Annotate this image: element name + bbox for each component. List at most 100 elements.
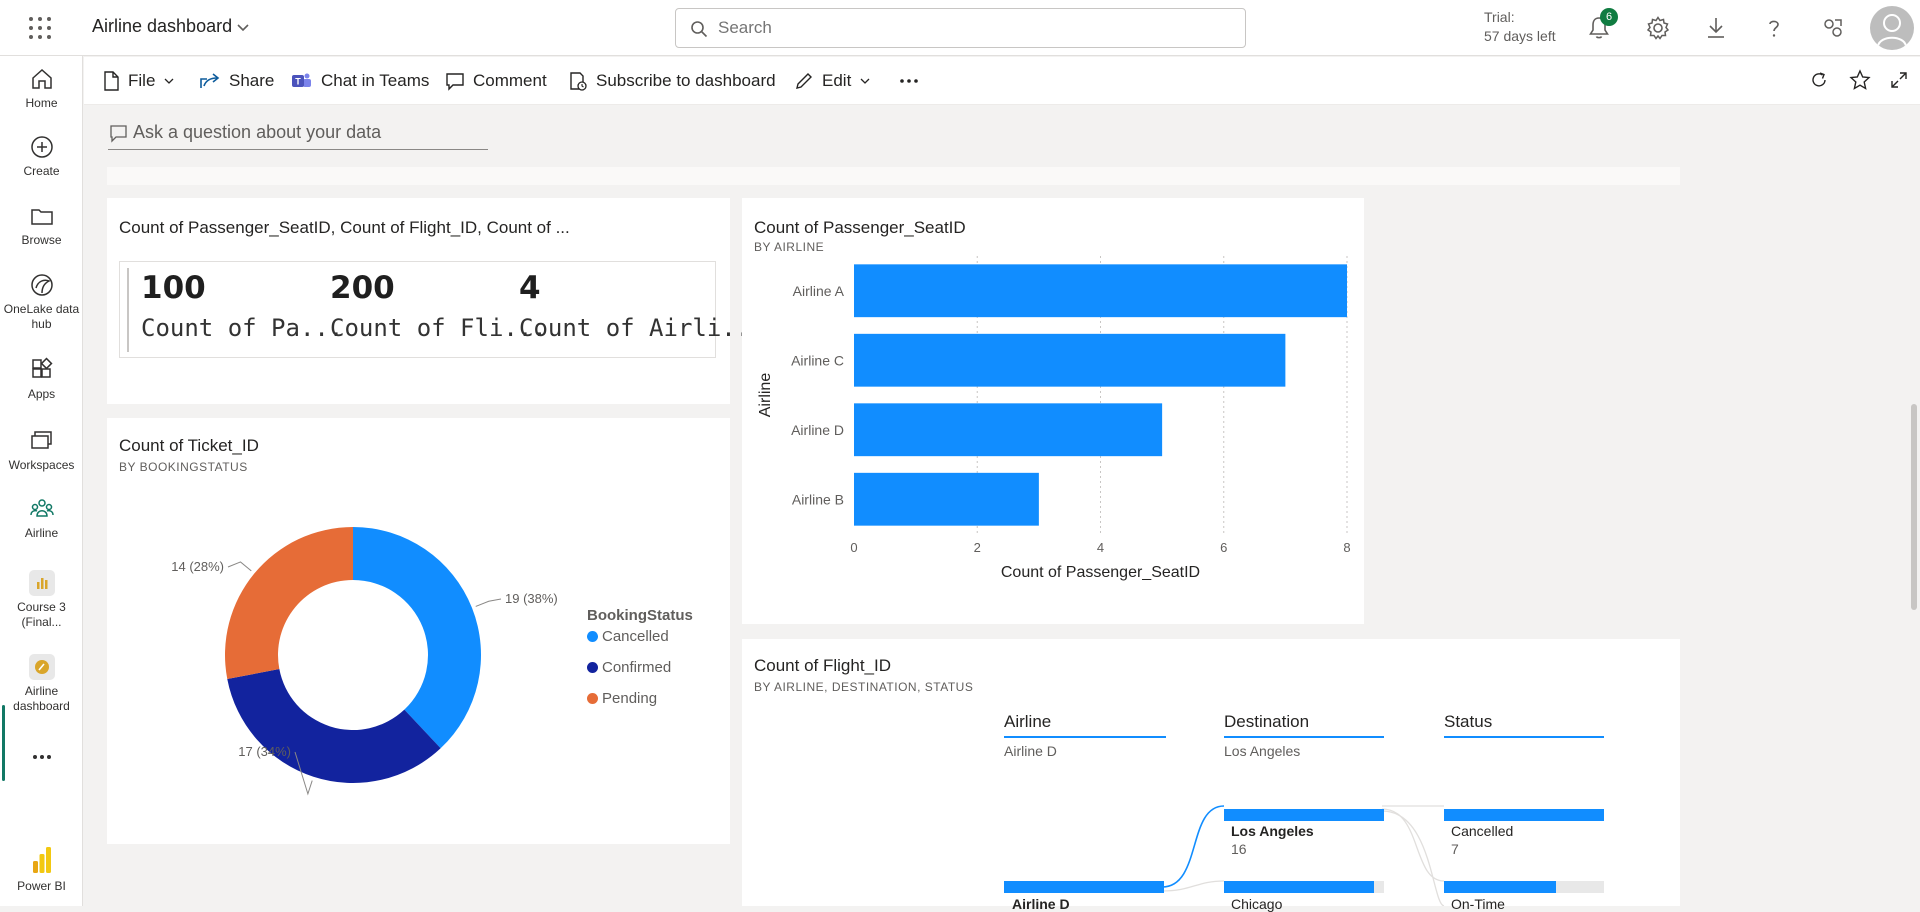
more-options-button[interactable]	[898, 69, 920, 93]
nav-airline-workspace[interactable]: Airline	[0, 496, 83, 541]
notification-badge: 6	[1600, 8, 1618, 26]
teams-icon: T	[292, 73, 311, 87]
app-title[interactable]: Airline dashboard	[92, 16, 232, 37]
help-icon[interactable]	[1761, 15, 1787, 41]
tree-node-bar-airline-d[interactable]	[1004, 881, 1164, 893]
legend-item-confirmed[interactable]: Confirmed	[587, 659, 671, 676]
y-tick-label: Airline B	[792, 491, 844, 507]
donut-slice-pending[interactable]	[225, 527, 353, 679]
data-label: 19 (38%)	[505, 591, 558, 606]
x-tick-label: 8	[1343, 540, 1350, 555]
trial-label: Trial:	[1484, 9, 1515, 25]
page-scrollbar[interactable]	[1911, 404, 1917, 610]
y-tick-label: Airline D	[791, 422, 844, 438]
feedback-icon[interactable]	[1820, 15, 1846, 41]
nav-workspaces[interactable]: Workspaces	[0, 428, 83, 473]
bar-airline-d[interactable]	[854, 403, 1163, 457]
kpi-cards-tile[interactable]: Count of Passenger_SeatID, Count of Flig…	[107, 198, 765, 404]
more-icon	[900, 79, 918, 83]
data-label: 17 (34%)	[238, 744, 291, 759]
decomposition-tree-tile[interactable]: Count of Flight_ID BY AIRLINE, DESTINATI…	[742, 639, 1680, 912]
kpi-label: Count of Fli...	[330, 314, 547, 342]
pencil-icon	[796, 73, 812, 89]
kpi-flight-count: 200 Count of Fli...	[330, 270, 547, 342]
tree-node-label: Chicago	[1231, 896, 1283, 912]
donut-chart-tile[interactable]: Count of Ticket_ID BY BOOKINGSTATUS 19 (…	[107, 418, 730, 844]
search-box[interactable]	[675, 8, 1246, 48]
legend-item-cancelled[interactable]: Cancelled	[587, 628, 669, 645]
donut-slice-cancelled[interactable]	[353, 527, 482, 749]
legend-marker	[587, 631, 598, 642]
bar-chart: 0 2 4 6 8 Airline A Airline C Airline D Airline …	[757, 256, 1351, 581]
chat-in-teams-button[interactable]: T Chat in Teams	[291, 69, 429, 93]
data-label-leader	[227, 561, 252, 572]
subscribe-label: Subscribe to dashboard	[596, 71, 776, 90]
nav-more[interactable]	[0, 750, 83, 768]
nav-label: Apps	[27, 387, 56, 401]
nav-course3-report[interactable]: Course 3 (Final...	[0, 570, 83, 630]
comment-button[interactable]: Comment	[445, 69, 547, 93]
data-label: 14 (28%)	[171, 559, 224, 574]
bar-airline-b[interactable]	[854, 472, 1039, 526]
tree-node-bar-fill	[1224, 881, 1374, 893]
x-tick-label: 2	[974, 540, 981, 555]
nav-home[interactable]: Home	[0, 66, 83, 111]
nav-apps[interactable]: Apps	[0, 357, 83, 402]
chevron-down-icon	[860, 78, 870, 84]
card-accent-line	[127, 268, 129, 352]
share-label: Share	[229, 71, 275, 90]
nav-label: Airline dashboard	[13, 684, 70, 713]
plus-circle-icon	[30, 136, 53, 158]
top-bar: Airline dashboard Trial: 57 days left 6	[0, 0, 1920, 56]
nav-powerbi[interactable]: Power BI	[0, 845, 83, 894]
nav-airline-dashboard[interactable]: Airline dashboard	[0, 654, 83, 714]
qa-placeholder: Ask a question about your data	[133, 122, 382, 142]
legend-marker	[587, 662, 598, 673]
nav-label: Course 3 (Final...	[17, 600, 66, 629]
refresh-icon[interactable]	[1809, 70, 1829, 90]
app-launcher-icon[interactable]	[28, 16, 52, 40]
tree-node-bar-los-angeles[interactable]	[1224, 809, 1384, 821]
apps-icon	[31, 357, 53, 378]
legend-item-pending[interactable]: Pending	[587, 690, 657, 707]
edit-menu-button[interactable]: Edit	[794, 69, 871, 93]
download-icon[interactable]	[1703, 15, 1729, 41]
chat-bubble-icon	[110, 125, 127, 143]
tile-title: Count of Passenger_SeatID, Count of Flig…	[119, 218, 570, 237]
nav-label: Airline	[24, 526, 59, 540]
kpi-airline-count: 4 Count of Airli...	[519, 270, 765, 342]
tree-node-value: 7	[1451, 841, 1459, 857]
nav-create[interactable]: Create	[0, 134, 83, 179]
workspaces-icon	[30, 431, 52, 449]
nav-label: OneLake data hub	[3, 302, 80, 331]
subscribe-button[interactable]: Subscribe to dashboard	[568, 69, 776, 93]
share-button[interactable]: Share	[199, 69, 274, 93]
tree-node-bar-on-time[interactable]	[1444, 881, 1604, 893]
qa-input[interactable]: Ask a question about your data	[108, 120, 488, 150]
avatar[interactable]	[1870, 6, 1914, 50]
chevron-down-icon[interactable]	[236, 20, 250, 34]
powerbi-logo	[32, 847, 51, 873]
x-axis-title: Count of Passenger_SeatID	[1001, 564, 1200, 581]
bar-airline-a[interactable]	[854, 264, 1347, 318]
nav-onelake[interactable]: OneLake data hub	[0, 272, 83, 332]
star-icon[interactable]	[1849, 69, 1871, 91]
bar-chart-tile[interactable]: Count of Passenger_SeatID BY AIRLINE 024…	[742, 198, 1364, 624]
fullscreen-icon[interactable]	[1889, 70, 1909, 90]
comment-label: Comment	[473, 71, 547, 90]
gear-icon[interactable]	[1645, 15, 1671, 41]
onelake-icon	[30, 274, 53, 296]
people-icon	[29, 499, 54, 517]
dashboard-icon	[28, 654, 55, 680]
legend-label: Pending	[602, 690, 658, 707]
bar-airline-c[interactable]	[854, 333, 1286, 387]
tree-node-bar-cancelled[interactable]	[1444, 809, 1604, 821]
x-tick-label: 4	[1097, 540, 1104, 555]
legend-label: Confirmed	[602, 659, 672, 676]
tree-node-bar-fill	[1444, 881, 1556, 893]
donut-slice-confirmed[interactable]	[227, 669, 441, 783]
file-menu-button[interactable]: File	[102, 69, 175, 93]
search-input[interactable]	[716, 18, 1216, 38]
nav-browse[interactable]: Browse	[0, 203, 83, 248]
tree-node-bar-chicago[interactable]	[1224, 881, 1384, 893]
